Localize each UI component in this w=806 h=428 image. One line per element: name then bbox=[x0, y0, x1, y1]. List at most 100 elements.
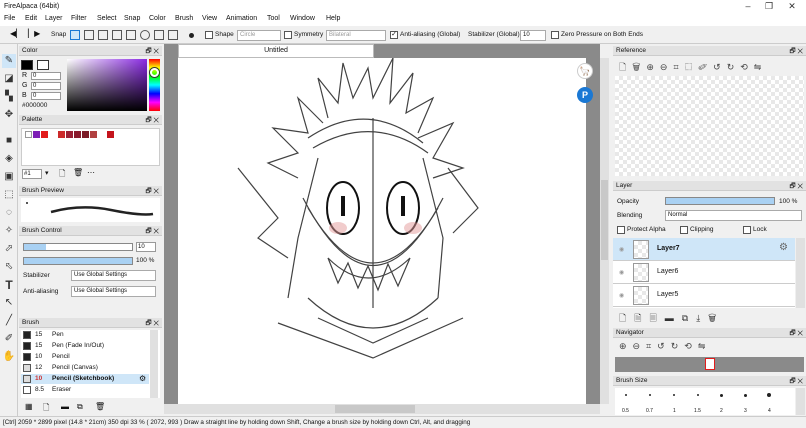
snap-vanishing-icon[interactable] bbox=[112, 30, 122, 40]
hue-slider[interactable] bbox=[149, 59, 160, 111]
canvas-hscroll-thumb[interactable] bbox=[335, 405, 415, 413]
snap-curve-icon[interactable] bbox=[154, 30, 164, 40]
next-frame-icon[interactable]: ▏▶ bbox=[28, 29, 40, 38]
r-input[interactable]: 0 bbox=[31, 72, 61, 80]
layer-row[interactable]: ◉ Layer5 bbox=[613, 284, 795, 307]
brush-list-scrollbar[interactable] bbox=[150, 330, 158, 398]
brush-item-selected[interactable]: 10 Pencil (Sketchbook) ⚙ bbox=[21, 374, 149, 384]
gradation-tool-icon[interactable]: ▣ bbox=[2, 170, 16, 184]
operation-tool-icon[interactable]: ↖ bbox=[2, 296, 16, 310]
menu-tool[interactable]: Tool bbox=[267, 15, 280, 22]
zero-pressure-checkbox[interactable] bbox=[551, 31, 559, 39]
palette-swatch[interactable] bbox=[58, 131, 65, 138]
symmetry-select[interactable]: Bilateral bbox=[326, 30, 386, 41]
menu-view[interactable]: View bbox=[202, 15, 217, 22]
minimize-button[interactable]: – bbox=[738, 1, 758, 11]
p-badge-icon[interactable]: P bbox=[577, 87, 593, 103]
visibility-icon[interactable]: ◉ bbox=[619, 292, 624, 299]
eyedropper-tool-icon[interactable]: ✐ bbox=[2, 332, 16, 346]
reset-rotate-icon[interactable]: ⟲ bbox=[740, 62, 754, 72]
menu-select[interactable]: Select bbox=[97, 15, 116, 22]
menu-file[interactable]: File bbox=[4, 15, 15, 22]
palette-swatch[interactable] bbox=[41, 131, 48, 138]
snap-crisscross-icon[interactable] bbox=[98, 30, 108, 40]
menu-brush[interactable]: Brush bbox=[175, 15, 193, 22]
brush-dot-icon[interactable] bbox=[189, 33, 194, 38]
protect-alpha-checkbox[interactable] bbox=[617, 226, 625, 234]
duplicate-layer-icon[interactable]: ⧉ bbox=[682, 313, 696, 323]
nav-rotate-left-icon[interactable]: ↺ bbox=[657, 341, 671, 351]
snap-off-icon[interactable] bbox=[70, 30, 80, 40]
hue-handle[interactable] bbox=[150, 68, 159, 77]
panel-controls-icon[interactable]: 🗗 ✕ bbox=[145, 116, 159, 127]
palette-page-select[interactable]: #1 bbox=[22, 169, 42, 179]
palette-swatch[interactable] bbox=[82, 131, 89, 138]
eyedropper-icon[interactable]: ✐ bbox=[698, 62, 713, 72]
menu-animation[interactable]: Animation bbox=[226, 15, 257, 22]
symmetry-checkbox[interactable] bbox=[284, 31, 292, 39]
panel-controls-icon[interactable]: 🗗 ✕ bbox=[789, 47, 803, 58]
rotate-right-icon[interactable]: ↻ bbox=[727, 62, 741, 72]
open-reference-icon[interactable]: 🗋 bbox=[619, 62, 632, 72]
snap-radial-icon[interactable] bbox=[126, 30, 136, 40]
menu-help[interactable]: Help bbox=[326, 15, 340, 22]
select-tool-icon[interactable]: ⬚ bbox=[2, 188, 16, 202]
shape-checkbox[interactable] bbox=[205, 31, 213, 39]
layer-row[interactable]: ◉ Layer7 ⚙ bbox=[613, 238, 795, 261]
delete-reference-icon[interactable]: 🗑 bbox=[632, 62, 646, 72]
size-dot[interactable] bbox=[625, 394, 627, 396]
size-dot[interactable] bbox=[767, 393, 771, 397]
b-input[interactable]: 0 bbox=[31, 92, 61, 100]
layer-settings-icon[interactable]: ⚙ bbox=[779, 242, 788, 253]
clipping-checkbox[interactable] bbox=[680, 226, 688, 234]
new-brush-icon[interactable]: 🗋 bbox=[43, 402, 49, 416]
brush-item[interactable]: 10 Pencil bbox=[21, 352, 149, 362]
size-dot[interactable] bbox=[720, 394, 723, 397]
nav-flip-icon[interactable]: ⇋ bbox=[698, 341, 712, 351]
actual-size-icon[interactable]: ⬚ bbox=[685, 62, 699, 72]
brush-size-input[interactable]: 10 bbox=[136, 242, 156, 252]
merge-down-icon[interactable]: ⤓ bbox=[696, 313, 708, 323]
new-palette-icon[interactable]: 🗋 bbox=[59, 168, 65, 182]
size-dot[interactable] bbox=[673, 394, 675, 396]
navigator-preview[interactable] bbox=[615, 357, 804, 372]
prev-frame-icon[interactable]: ◀▏ bbox=[10, 29, 22, 38]
palette-dropdown-icon[interactable]: ▾ bbox=[45, 169, 49, 177]
menu-window[interactable]: Window bbox=[290, 15, 315, 22]
duplicate-brush-icon[interactable]: ⧉ bbox=[77, 402, 83, 412]
size-dot[interactable] bbox=[744, 394, 747, 397]
select-eraser-tool-icon[interactable]: ⬁ bbox=[2, 260, 16, 274]
brush-grid-icon[interactable]: ▦ bbox=[25, 402, 33, 411]
size-dot[interactable] bbox=[649, 394, 651, 396]
menu-filter[interactable]: Filter bbox=[71, 15, 87, 22]
menu-layer[interactable]: Layer bbox=[45, 15, 63, 22]
close-button[interactable]: ✕ bbox=[782, 1, 802, 12]
flip-icon[interactable]: ⇋ bbox=[754, 62, 768, 72]
panel-controls-icon[interactable]: 🗗 ✕ bbox=[789, 329, 803, 340]
canvas-vscroll-thumb[interactable] bbox=[601, 180, 608, 260]
snap-settings-icon[interactable] bbox=[168, 30, 178, 40]
brush-item[interactable]: 12 Pencil (Canvas) bbox=[21, 363, 149, 373]
panel-controls-icon[interactable]: 🗗 ✕ bbox=[145, 47, 159, 58]
nav-zoom-in-icon[interactable]: ⊕ bbox=[619, 341, 633, 351]
dot-tool-icon[interactable]: ▚ bbox=[2, 90, 16, 104]
eraser-tool-icon[interactable]: ◪ bbox=[2, 72, 16, 86]
new-1bit-layer-icon[interactable]: 🗏 bbox=[650, 313, 665, 323]
palette-swatch[interactable] bbox=[33, 131, 40, 138]
blending-select[interactable]: Normal bbox=[665, 210, 802, 221]
visibility-icon[interactable]: ◉ bbox=[619, 269, 624, 276]
menu-color[interactable]: Color bbox=[149, 15, 166, 22]
layer-opacity-slider[interactable] bbox=[665, 197, 775, 205]
drawing-canvas[interactable] bbox=[178, 57, 586, 404]
secondary-color-swatch[interactable] bbox=[37, 60, 49, 70]
g-input[interactable]: 0 bbox=[31, 82, 61, 90]
zoom-out-icon[interactable]: ⊖ bbox=[660, 62, 674, 72]
size-dot[interactable] bbox=[697, 394, 699, 396]
alpaca-icon[interactable]: 🦙 bbox=[577, 63, 593, 79]
hand-tool-icon[interactable]: ✋ bbox=[2, 350, 16, 364]
nav-zoom-out-icon[interactable]: ⊖ bbox=[633, 341, 647, 351]
saturation-value-picker[interactable] bbox=[67, 59, 147, 111]
bucket-tool-icon[interactable]: ◈ bbox=[2, 152, 16, 166]
zoom-in-icon[interactable]: ⊕ bbox=[646, 62, 660, 72]
new-folder-icon[interactable]: ▬ bbox=[665, 313, 682, 323]
